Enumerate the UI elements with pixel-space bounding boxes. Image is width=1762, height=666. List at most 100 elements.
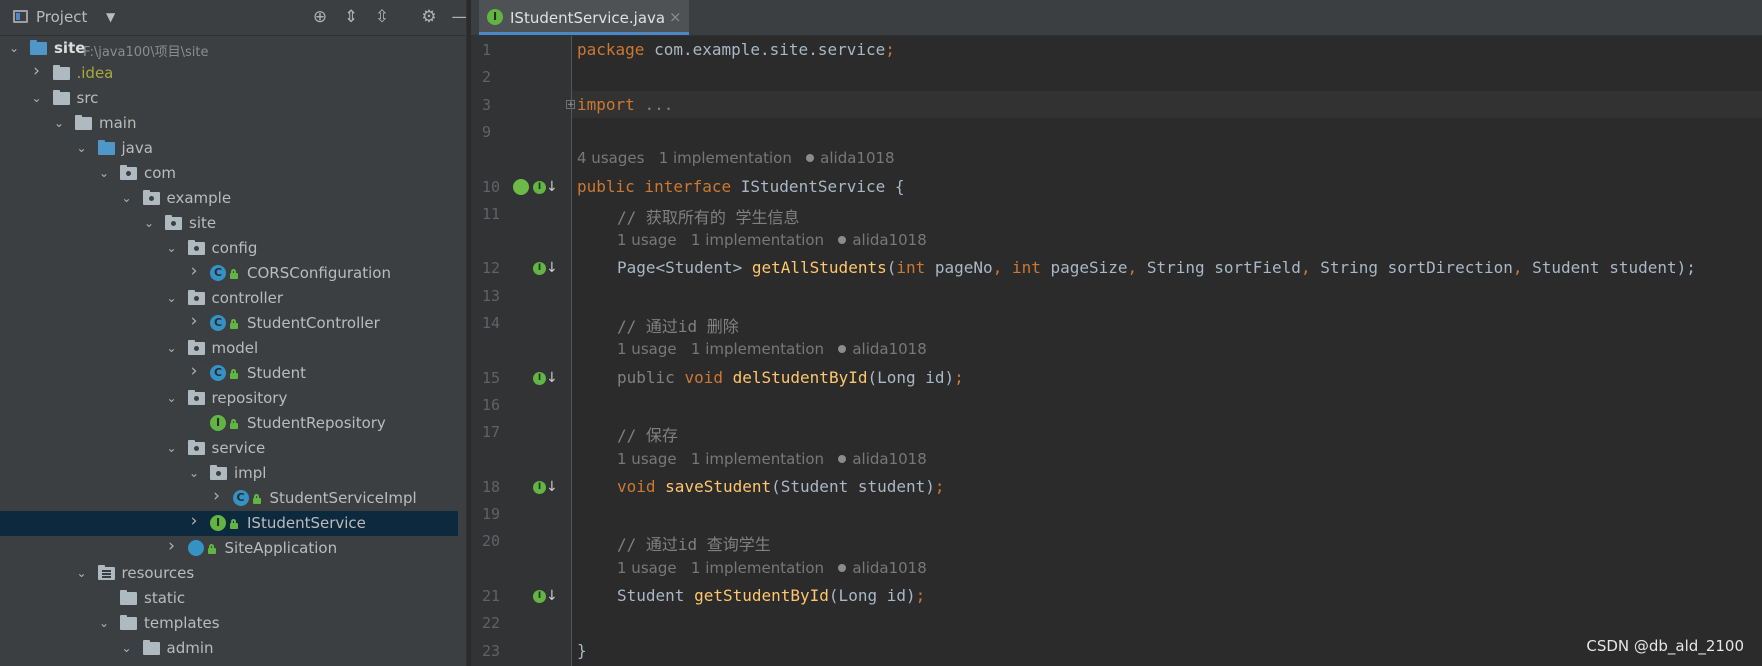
navigate-down-icon[interactable]: ↓ bbox=[546, 589, 558, 603]
tree-item-templates[interactable]: ⌄ templates bbox=[0, 611, 466, 636]
tree-item-example[interactable]: ⌄ example bbox=[0, 186, 466, 211]
usage-hint[interactable]: 1 usage 1 implementation alida1018 bbox=[617, 559, 927, 577]
hide-icon[interactable]: — bbox=[449, 7, 467, 27]
tree-item-label: resources bbox=[121, 564, 195, 582]
gear-icon[interactable]: ⚙ bbox=[418, 7, 440, 27]
project-toolbar: Project ▼ ⊕ ⇕ ⇳ ⚙ — bbox=[0, 0, 466, 36]
tree-item-label: impl bbox=[234, 464, 267, 482]
navigate-down-icon[interactable]: ↓ bbox=[546, 480, 558, 494]
tree-item-studentrepository[interactable]: I StudentRepository bbox=[0, 411, 466, 436]
navigate-down-icon[interactable]: ↓ bbox=[546, 180, 558, 194]
tree-item-label: java bbox=[121, 139, 153, 157]
tree-item-istudentservice[interactable]: › I IStudentService bbox=[0, 511, 466, 536]
chevron-right-icon[interactable]: › bbox=[188, 363, 200, 380]
implemented-icon[interactable]: I bbox=[533, 480, 546, 494]
tree-item-impl[interactable]: ⌄ impl bbox=[0, 461, 466, 486]
tree-item-label: src bbox=[76, 89, 99, 107]
usage-hint[interactable]: 1 usage 1 implementation alida1018 bbox=[617, 340, 927, 358]
implemented-icon[interactable]: I bbox=[533, 371, 546, 385]
chevron-down-icon[interactable]: ⌄ bbox=[53, 115, 65, 131]
chevron-down-icon[interactable]: ⌄ bbox=[76, 565, 88, 581]
tree-item-admin[interactable]: ⌄ admin bbox=[0, 636, 466, 661]
chevron-right-icon[interactable]: › bbox=[188, 313, 200, 330]
inlay-hint-line: 1 usage 1 implementation alida1018 bbox=[572, 446, 1762, 473]
package-icon bbox=[187, 290, 205, 305]
view-dropdown-icon[interactable]: ▼ bbox=[106, 10, 115, 24]
package-icon bbox=[187, 440, 205, 455]
tree-item-label: site bbox=[54, 39, 86, 57]
fold-toggle-icon[interactable]: + bbox=[566, 99, 575, 109]
line-number: 19 bbox=[482, 505, 501, 524]
usage-hint[interactable]: 1 usage 1 implementation alida1018 bbox=[617, 450, 927, 468]
package-icon bbox=[187, 340, 205, 355]
code-editor[interactable]: package com.example.site.service; import … bbox=[566, 36, 1762, 666]
tree-item-studentserviceimpl[interactable]: › C StudentServiceImpl bbox=[0, 486, 466, 511]
chevron-down-icon[interactable]: ⌄ bbox=[8, 40, 20, 56]
chevron-right-icon[interactable]: › bbox=[188, 263, 200, 280]
chevron-down-icon[interactable]: ⌄ bbox=[98, 165, 110, 181]
inlay-hint-line: 1 usage 1 implementation alida1018 bbox=[572, 336, 1762, 363]
tree-item-java[interactable]: ⌄ java bbox=[0, 136, 466, 161]
chevron-right-icon[interactable]: › bbox=[211, 488, 223, 505]
close-icon[interactable]: × bbox=[669, 8, 682, 26]
code-text: // 获取所有的 学生信息 bbox=[617, 207, 800, 227]
chevron-down-icon[interactable]: ⌄ bbox=[166, 340, 178, 356]
chevron-right-icon[interactable]: › bbox=[188, 513, 200, 530]
chevron-down-icon[interactable]: ⌄ bbox=[166, 290, 178, 306]
chevron-down-icon[interactable]: ⌄ bbox=[121, 190, 133, 206]
line-number: 23 bbox=[482, 641, 501, 660]
tree-item-src[interactable]: ⌄ src bbox=[0, 86, 466, 111]
tree-item-student[interactable]: › C Student bbox=[0, 361, 466, 386]
chevron-down-icon[interactable]: ⌄ bbox=[143, 215, 155, 231]
tree-item-label: service bbox=[211, 439, 266, 457]
tree-item-corsconfiguration[interactable]: › C CORSConfiguration bbox=[0, 261, 466, 286]
implemented-icon[interactable]: I bbox=[533, 262, 546, 276]
tree-item-static[interactable]: static bbox=[0, 586, 466, 611]
usage-hint[interactable]: 1 usage 1 implementation alida1018 bbox=[617, 231, 927, 249]
tree-item-config[interactable]: ⌄ config bbox=[0, 236, 466, 261]
tree-item-resources[interactable]: ⌄ resources bbox=[0, 561, 466, 586]
implemented-icon[interactable]: I bbox=[533, 590, 546, 603]
tree-item-studentcontroller[interactable]: › C StudentController bbox=[0, 311, 466, 336]
tree-item-siteapplication[interactable]: › SiteApplication bbox=[0, 536, 466, 561]
tab-label: IStudentService.java bbox=[510, 9, 666, 27]
chevron-right-icon[interactable]: › bbox=[166, 538, 178, 555]
chevron-down-icon[interactable]: ⌄ bbox=[188, 465, 200, 481]
navigate-down-icon[interactable]: ↓ bbox=[546, 371, 558, 385]
usage-hint[interactable]: 4 usages 1 implementation alida1018 bbox=[577, 149, 895, 167]
line-number: 21 bbox=[482, 587, 501, 605]
tree-item--idea[interactable]: › .idea bbox=[0, 61, 466, 86]
project-title[interactable]: Project bbox=[36, 8, 87, 26]
chevron-down-icon[interactable]: ⌄ bbox=[166, 440, 178, 456]
lock-icon bbox=[230, 519, 238, 529]
tree-item-controller[interactable]: ⌄ controller bbox=[0, 286, 466, 311]
tree-item-service[interactable]: ⌄ service bbox=[0, 436, 466, 461]
tree-item-label: StudentRepository bbox=[247, 414, 386, 432]
chevron-down-icon[interactable]: ⌄ bbox=[121, 640, 133, 656]
tree-item-main[interactable]: ⌄ main bbox=[0, 111, 466, 136]
navigate-down-icon[interactable]: ↓ bbox=[546, 261, 558, 275]
collapse-all-icon[interactable]: ⇳ bbox=[371, 7, 393, 27]
expand-all-icon[interactable]: ⇕ bbox=[340, 7, 362, 27]
chevron-down-icon[interactable]: ⌄ bbox=[98, 615, 110, 631]
tree-item-label: site bbox=[189, 214, 217, 232]
package-icon bbox=[210, 465, 227, 480]
chevron-right-icon[interactable]: › bbox=[31, 63, 43, 80]
spring-bean-icon[interactable] bbox=[513, 178, 529, 195]
tab-istudentservice[interactable]: I IStudentService.java × bbox=[479, 0, 689, 35]
tree-item-repository[interactable]: ⌄ repository bbox=[0, 386, 466, 411]
tree-item-site[interactable]: ⌄ site bbox=[0, 211, 466, 236]
implemented-icon[interactable]: I bbox=[533, 180, 546, 194]
chevron-down-icon[interactable]: ⌄ bbox=[76, 140, 88, 156]
tree-item-com[interactable]: ⌄ com bbox=[0, 161, 466, 186]
chevron-down-icon[interactable]: ⌄ bbox=[166, 390, 178, 406]
lock-icon bbox=[230, 369, 238, 379]
chevron-down-icon[interactable]: ⌄ bbox=[31, 90, 43, 106]
locate-icon[interactable]: ⊕ bbox=[309, 7, 331, 27]
tree-item-model[interactable]: ⌄ model bbox=[0, 336, 466, 361]
tree-item-site[interactable]: ⌄ site F:\java100\项目\site bbox=[0, 36, 466, 61]
chevron-down-icon[interactable]: ⌄ bbox=[166, 240, 178, 256]
code-text: import ... bbox=[577, 94, 674, 114]
project-scrollbar[interactable] bbox=[458, 36, 466, 666]
tree-item-label: controller bbox=[211, 289, 284, 307]
